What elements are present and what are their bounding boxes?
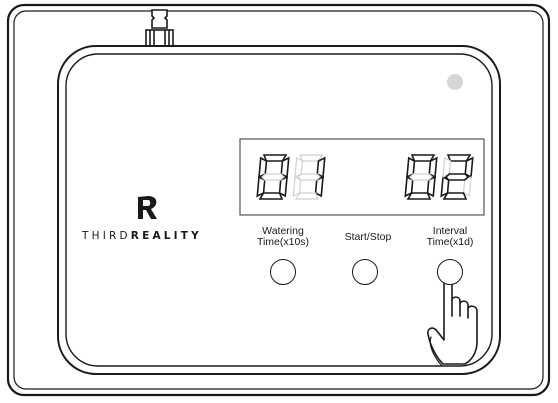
start-stop-button[interactable] <box>352 259 378 285</box>
lcd-segment-l0-g <box>261 173 285 181</box>
start-stop-label-line1: Start/Stop <box>344 231 392 243</box>
lcd-segment-r1-g <box>444 173 470 181</box>
lcd-segment-l0-e <box>256 175 266 198</box>
lcd-segment-l1-e <box>292 176 302 197</box>
watering-time-label: Watering Time(x10s) <box>245 226 321 248</box>
lcd-segment-l1-g <box>297 173 321 181</box>
start-stop-label: Start/Stop <box>330 232 406 243</box>
lcd-segment-r0-e <box>404 175 414 198</box>
lcd-segment-r0-b <box>428 156 438 179</box>
lcd-segment-l1-b <box>316 156 326 179</box>
device-illustration <box>6 3 551 397</box>
hose-connector <box>145 9 174 47</box>
lcd-segment-r0-g <box>409 173 433 181</box>
brand-prefix: THIRD <box>82 230 131 242</box>
watering-time-label-line2: Time(x10s) <box>256 236 310 248</box>
lcd-segment-l0-b <box>280 156 290 179</box>
watering-time-button[interactable] <box>270 259 296 285</box>
lcd-segment-l1-d <box>294 192 319 200</box>
status-led <box>447 74 463 90</box>
interval-time-label-line2: Time(x1d) <box>426 236 474 248</box>
interval-time-button[interactable] <box>437 259 463 285</box>
brand-suffix: REALITY <box>130 230 202 242</box>
interval-time-label: Interval Time(x1d) <box>412 226 488 248</box>
brand-wordmark: THIRDREALITY <box>82 230 202 242</box>
